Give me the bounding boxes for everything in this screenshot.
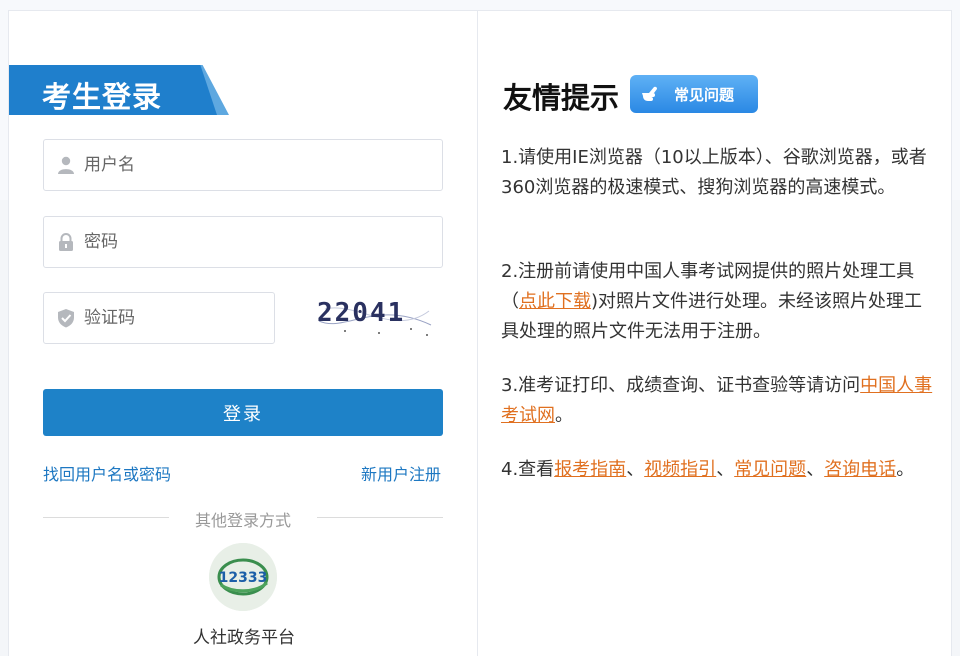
tip3-text-after: 。 [555, 405, 573, 426]
register-link[interactable]: 新用户注册 [361, 461, 441, 485]
username-input[interactable] [84, 140, 432, 190]
other-login-divider: 其他登录方式 [43, 507, 443, 530]
username-field[interactable] [43, 139, 443, 191]
tip-help-links: 4.查看报考指南、视频指引、常见问题、咨询电话。 [501, 455, 933, 485]
contact-phone-link[interactable]: 咨询电话 [824, 459, 896, 480]
forgot-credentials-link[interactable]: 找回用户名或密码 [43, 461, 171, 485]
captcha-field[interactable] [43, 292, 275, 344]
tip3-text-before: 3.准考证打印、成绩查询、证书查验等请访问 [501, 375, 861, 396]
tip4-text-before: 4.查看 [501, 459, 555, 480]
platform-logo-text: 12333 [219, 570, 268, 586]
user-icon [58, 156, 74, 174]
platform-logo-icon[interactable]: 12333 [209, 543, 277, 611]
panel-divider [477, 11, 478, 656]
tip-browser: 1.请使用IE浏览器（10以上版本）、谷歌浏览器，或者360浏览器的极速模式、搜… [501, 147, 927, 198]
login-banner: 考生登录 [9, 65, 229, 115]
platform-label[interactable]: 人社政务平台 [179, 623, 309, 648]
tip4-sep-2: 、 [716, 459, 735, 480]
login-button[interactable]: 登录 [43, 389, 443, 436]
other-login-label: 其他登录方式 [194, 511, 291, 530]
tip4-text-after: 。 [896, 459, 915, 480]
captcha-image[interactable]: 22041 [315, 291, 435, 341]
pointing-hand-icon [642, 86, 658, 101]
faq-link[interactable]: 常见问题 [734, 459, 806, 480]
download-tool-link[interactable]: 点此下载 [519, 291, 591, 312]
tip-exam-site: 3.准考证打印、成绩查询、证书查验等请访问中国人事考试网。 [501, 371, 933, 431]
lock-icon [59, 233, 73, 251]
exam-guide-link[interactable]: 报考指南 [554, 459, 626, 480]
video-guide-link[interactable]: 视频指引 [644, 459, 716, 480]
shield-check-icon [58, 309, 74, 328]
tip-photo-tool: 2.注册前请使用中国人事考试网提供的照片处理工具（点此下载)对照片文件进行处理。… [501, 257, 933, 347]
faq-badge-button[interactable]: 常见问题 [630, 75, 758, 113]
tip4-sep-3: 、 [806, 459, 825, 480]
tip4-sep-1: 、 [626, 459, 645, 480]
captcha-text: 22041 [317, 298, 405, 328]
password-field[interactable] [43, 216, 443, 268]
faq-badge-label: 常见问题 [674, 86, 735, 104]
tips-title: 友情提示 [503, 81, 620, 115]
login-title: 考生登录 [42, 80, 163, 114]
password-input[interactable] [84, 217, 432, 267]
captcha-input[interactable] [84, 293, 264, 343]
main-card: 考生登录 22041 登录 找回用户名或密码 新用户注册 [8, 10, 952, 656]
